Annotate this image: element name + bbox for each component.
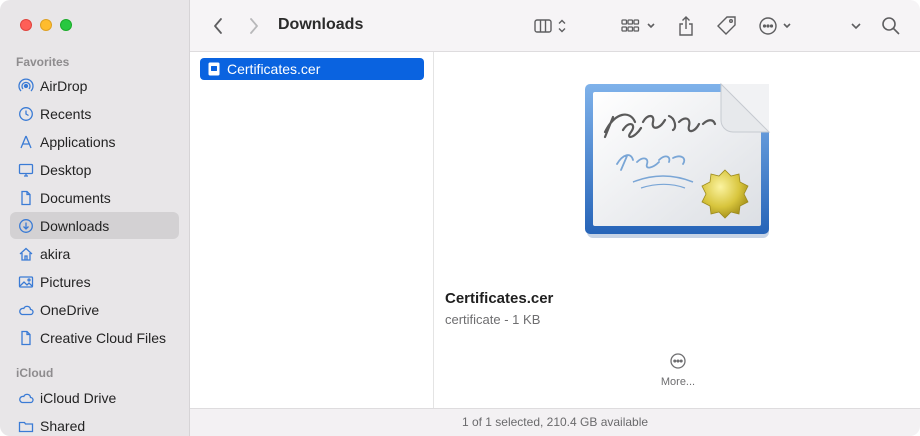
- share-button[interactable]: [676, 13, 696, 39]
- chevron-down-icon: [851, 23, 861, 30]
- sidebar-item-label: Shared: [40, 417, 86, 434]
- preview-pane: Certificates.cer certificate - 1 KB More…: [435, 52, 920, 408]
- more-button[interactable]: More...: [653, 352, 703, 388]
- toolbar-overflow-button[interactable]: [846, 13, 866, 39]
- desktop-icon: [18, 162, 34, 178]
- group-by-button[interactable]: [620, 13, 658, 39]
- close-window-button[interactable]: [20, 19, 32, 31]
- status-bar: 1 of 1 selected, 210.4 GB available: [190, 408, 920, 436]
- sidebar-item-pictures[interactable]: Pictures: [10, 268, 179, 295]
- sidebar-item-applications[interactable]: Applications: [10, 128, 179, 155]
- applications-icon: [18, 134, 34, 150]
- shared-folder-icon: [18, 418, 34, 434]
- columns-view-icon: [534, 19, 566, 33]
- sidebar-item-shared[interactable]: Shared: [10, 412, 179, 436]
- sidebar-item-onedrive[interactable]: OneDrive: [10, 296, 179, 323]
- sidebar-item-label: OneDrive: [40, 301, 100, 318]
- view-columns-button[interactable]: [533, 13, 569, 39]
- file-name: Certificates.cer: [227, 61, 321, 77]
- toolbar: Downloads: [190, 0, 920, 52]
- preview-file-name: Certificates.cer: [445, 290, 554, 307]
- sidebar-item-creative-cloud[interactable]: Creative Cloud Files: [10, 324, 179, 351]
- icloud-section-label: iCloud: [16, 366, 54, 380]
- window-title: Downloads: [278, 16, 364, 33]
- minimize-window-button[interactable]: [40, 19, 52, 31]
- grid-group-icon: [621, 19, 655, 32]
- sidebar-item-icloud-drive[interactable]: iCloud Drive: [10, 384, 179, 411]
- sidebar-item-label: iCloud Drive: [40, 389, 117, 406]
- pictures-icon: [18, 274, 34, 290]
- file-icon: [18, 330, 34, 346]
- sidebar-item-label: Creative Cloud Files: [40, 329, 167, 346]
- sidebar-item-label: Recents: [40, 105, 92, 122]
- sidebar-item-label: Applications: [40, 133, 116, 150]
- sidebar-item-label: AirDrop: [40, 77, 88, 94]
- search-icon: [882, 17, 900, 35]
- ellipsis-circle-icon: [670, 353, 686, 369]
- search-button[interactable]: [880, 13, 902, 39]
- tags-button[interactable]: [715, 13, 739, 39]
- sidebar-item-downloads[interactable]: Downloads: [10, 212, 179, 239]
- sidebar-item-label: Downloads: [40, 217, 110, 234]
- sidebar-item-label: Documents: [40, 189, 111, 206]
- window-controls: [20, 19, 72, 31]
- sidebar-item-label: akira: [40, 245, 71, 262]
- sidebar-item-akira[interactable]: akira: [10, 240, 179, 267]
- sidebar-item-recents[interactable]: Recents: [10, 100, 179, 127]
- sidebar-item-label: Desktop: [40, 161, 92, 178]
- chevron-right-icon: [250, 18, 258, 34]
- sidebar-item-airdrop[interactable]: AirDrop: [10, 72, 179, 99]
- airdrop-icon: [18, 78, 34, 94]
- document-icon: [18, 190, 34, 206]
- tag-icon: [717, 16, 736, 35]
- back-button[interactable]: [208, 13, 228, 39]
- file-row-certificates[interactable]: Certificates.cer: [200, 58, 424, 80]
- clock-icon: [18, 106, 34, 122]
- chevron-left-icon: [214, 18, 222, 34]
- download-icon: [18, 218, 34, 234]
- zoom-window-button[interactable]: [60, 19, 72, 31]
- certificate-file-icon: [208, 62, 220, 76]
- sidebar-item-label: Pictures: [40, 273, 91, 290]
- icloud-icon: [18, 390, 34, 406]
- file-list: Certificates.cer: [190, 52, 434, 408]
- ellipsis-circle-icon: [759, 17, 791, 35]
- sidebar: Favorites AirDrop Recents Applications D…: [0, 0, 190, 436]
- sidebar-item-documents[interactable]: Documents: [10, 184, 179, 211]
- certificate-preview-image: [585, 82, 771, 238]
- sidebar-item-desktop[interactable]: Desktop: [10, 156, 179, 183]
- forward-button[interactable]: [244, 13, 264, 39]
- preview-file-kind: certificate - 1 KB: [445, 312, 541, 327]
- home-icon: [18, 246, 34, 262]
- cloud-icon: [18, 302, 34, 318]
- actions-button[interactable]: [757, 13, 795, 39]
- share-icon: [679, 16, 693, 36]
- more-label: More...: [660, 376, 696, 388]
- preview-truncated-info: [445, 333, 525, 339]
- favorites-section-label: Favorites: [16, 55, 70, 69]
- finder-window: Favorites AirDrop Recents Applications D…: [0, 0, 920, 436]
